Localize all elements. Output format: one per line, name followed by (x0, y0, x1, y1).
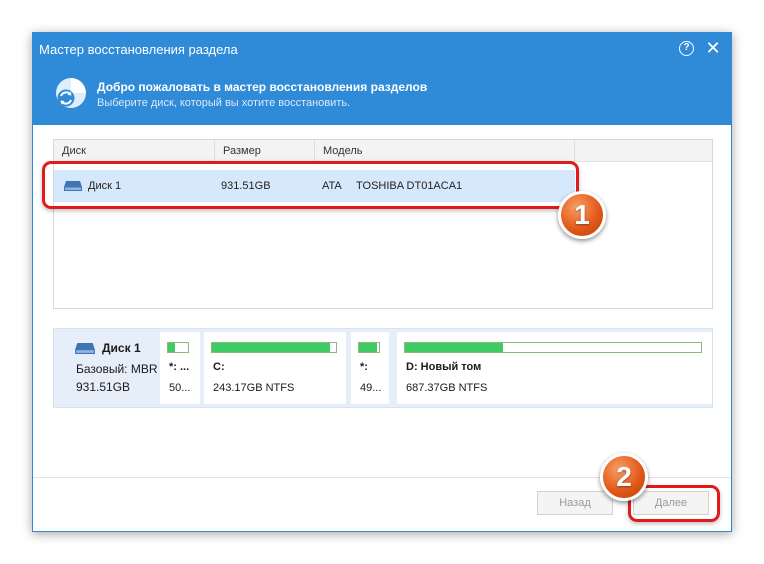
callout-highlight-disk-row (42, 161, 579, 209)
disk-map: Диск 1 Базовый: MBR 931.51GB *: ... 50..… (53, 328, 713, 408)
partition-info: 49... (360, 382, 382, 394)
disk-map-name: Диск 1 (102, 341, 141, 355)
partition-usage-fill (405, 343, 503, 352)
disk-map-size: 931.51GB (76, 380, 131, 394)
partition-usage-bar (211, 342, 337, 353)
partition-label: *: (360, 361, 368, 373)
partition-usage-bar (358, 342, 380, 353)
partition-usage-bar (167, 342, 189, 353)
partition-info: 243.17GB NTFS (213, 382, 295, 394)
partition-info: 50... (169, 382, 191, 394)
close-icon[interactable]: ✕ (703, 37, 723, 59)
partition-label: *: ... (169, 361, 190, 373)
banner-title: Добро пожаловать в мастер восстановления… (97, 80, 428, 94)
partition-recovery-icon (56, 78, 86, 108)
disk-map-type: Базовый: MBR (76, 362, 158, 376)
callout-badge-2: 2 (600, 453, 648, 501)
window-title: Мастер восстановления раздела (39, 42, 238, 57)
partition-usage-bar (404, 342, 702, 353)
partition-label: D: Новый том (406, 361, 482, 373)
help-icon[interactable]: ? (679, 41, 694, 56)
partition-info: 687.37GB NTFS (406, 382, 488, 394)
column-header-model[interactable]: Модель (315, 140, 575, 162)
table-header: Диск Размер Модель (54, 140, 712, 162)
partition-block[interactable]: *: ... 50... (160, 332, 200, 404)
column-header-disk[interactable]: Диск (54, 140, 215, 162)
partition-block[interactable]: C: 243.17GB NTFS (204, 332, 346, 404)
partition-block[interactable]: D: Новый том 687.37GB NTFS (397, 332, 712, 404)
partition-usage-fill (168, 343, 175, 352)
partition-usage-fill (359, 343, 377, 352)
partition-label: C: (213, 361, 225, 373)
banner-subtitle: Выберите диск, который вы хотите восстан… (97, 97, 351, 109)
title-bar: Мастер восстановления раздела ? ✕ (33, 33, 731, 65)
callout-badge-1: 1 (558, 191, 606, 239)
hard-disk-icon (75, 343, 95, 354)
wizard-banner: Добро пожаловать в мастер восстановления… (33, 65, 731, 125)
back-button[interactable]: Назад (537, 491, 613, 515)
disk-map-info[interactable]: Диск 1 Базовый: MBR 931.51GB (54, 329, 158, 407)
column-header-size[interactable]: Размер (215, 140, 315, 162)
partition-block[interactable]: *: 49... (351, 332, 389, 404)
partition-usage-fill (212, 343, 330, 352)
